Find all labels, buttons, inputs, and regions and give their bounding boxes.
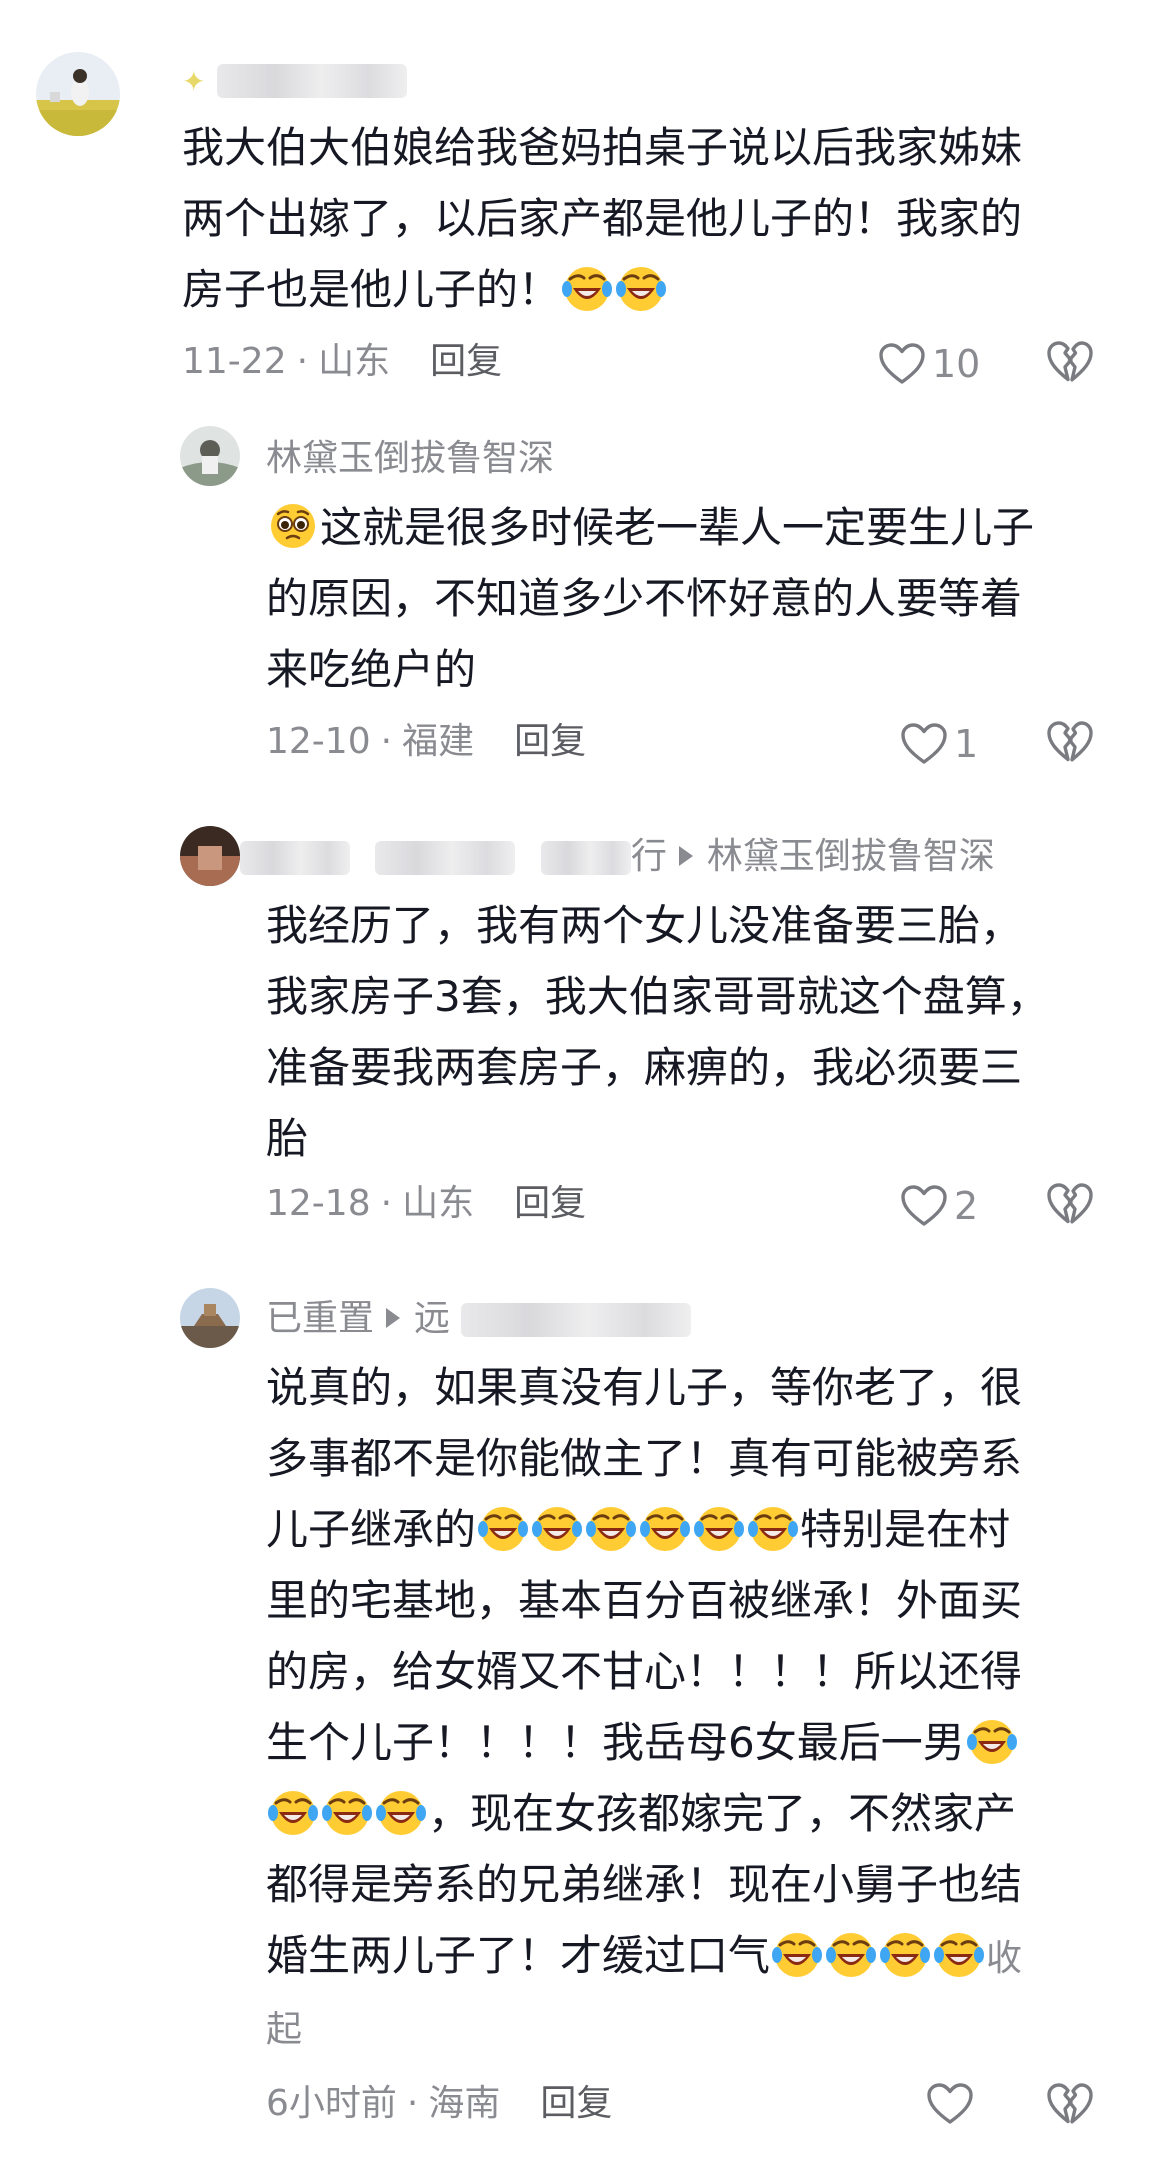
laughing-crying-emoji-icon [639, 1502, 691, 1554]
laughing-crying-emoji-icon [321, 1786, 373, 1838]
sparkle-icon: ✦ [182, 65, 206, 98]
laughing-crying-emoji-icon [477, 1502, 529, 1554]
laughing-crying-emoji-icon [693, 1502, 745, 1554]
laughing-crying-emoji-icon [585, 1502, 637, 1554]
laughing-crying-emoji-icon [531, 1502, 583, 1554]
dislike-button[interactable] [1046, 2082, 1094, 2126]
redacted-username [216, 64, 407, 98]
broken-heart-outline-icon [1046, 2082, 1094, 2126]
redacted-username [240, 841, 350, 875]
comment-meta: 6小时前 · 海南 回复 [266, 2083, 613, 2124]
reply-button[interactable]: 回复 [540, 2083, 612, 2124]
author-name[interactable]: 行林黛玉倒拔鲁智深 [240, 833, 995, 881]
laughing-crying-emoji-icon [825, 1928, 877, 1980]
redacted-username [375, 841, 516, 875]
heart-outline-icon [878, 342, 926, 386]
comment-text: 我经历了，我有两个女儿没准备要三胎， 我家房子3套，我大伯家哥哥就这个盘算， 准… [266, 901, 1049, 1163]
reply-to-name[interactable]: 远 [414, 1298, 450, 1339]
author-name[interactable]: 林黛玉倒拔鲁智深 [266, 435, 554, 483]
redacted-username [540, 841, 631, 875]
heart-outline-icon [926, 2082, 974, 2126]
comment-meta: 11-22 · 山东 回复 [182, 341, 503, 382]
reply-arrow-icon [386, 1308, 401, 1328]
comment-text: 说真的，如果真没有儿子，等你老了，很 多事都不是你能做主了！真有可能被旁系 儿子… [266, 1352, 1126, 2065]
heart-outline-icon [900, 722, 948, 766]
dislike-button[interactable] [1046, 1182, 1094, 1226]
laughing-crying-emoji-icon [267, 1786, 319, 1838]
laughing-crying-emoji-icon [561, 262, 613, 314]
dislike-button[interactable] [1046, 720, 1094, 764]
reply-to-name[interactable]: 林黛玉倒拔鲁智深 [707, 836, 995, 877]
broken-heart-outline-icon [1046, 340, 1094, 384]
reply-button[interactable]: 回复 [514, 721, 586, 762]
comment-meta: 12-10 · 福建 回复 [266, 721, 587, 762]
heart-outline-icon [900, 1184, 948, 1228]
laughing-crying-emoji-icon [933, 1928, 985, 1980]
author-name[interactable]: ✦ [182, 56, 407, 106]
avatar[interactable] [36, 52, 120, 136]
laughing-crying-emoji-icon [966, 1715, 1018, 1767]
dislike-button[interactable] [1046, 340, 1094, 384]
avatar[interactable] [180, 426, 240, 486]
laughing-crying-emoji-icon [615, 262, 667, 314]
like-button[interactable]: 1 [900, 720, 978, 768]
collapse-link[interactable]: 收 [986, 1938, 1022, 1979]
laughing-crying-emoji-icon [771, 1928, 823, 1980]
like-button[interactable] [926, 2082, 980, 2126]
reply-button[interactable]: 回复 [514, 1183, 586, 1224]
author-name[interactable]: 已重置远 [266, 1295, 692, 1343]
avatar[interactable] [180, 1288, 240, 1348]
comment-text: 我大伯大伯娘给我爸妈拍桌子说以后我家姊妹 两个出嫁了，以后家产都是他儿子的！我家… [182, 123, 1023, 314]
reply-button[interactable]: 回复 [430, 341, 502, 382]
like-button[interactable]: 2 [900, 1182, 978, 1230]
laughing-crying-emoji-icon [879, 1928, 931, 1980]
comment-meta: 12-18 · 山东 回复 [266, 1183, 587, 1224]
collapse-link[interactable]: 起 [266, 1994, 1126, 2065]
broken-heart-outline-icon [1046, 720, 1094, 764]
like-button[interactable]: 10 [878, 340, 980, 388]
comment-text: 这就是很多时候老一辈人一定要生儿子 的原因，不知道多少不怀好意的人要等着 来吃绝… [266, 492, 1106, 705]
avatar[interactable] [180, 826, 240, 886]
reply-arrow-icon [678, 846, 693, 866]
laughing-crying-emoji-icon [375, 1786, 427, 1838]
redacted-username [461, 1303, 692, 1337]
laughing-crying-emoji-icon [747, 1502, 799, 1554]
broken-heart-outline-icon [1046, 1182, 1094, 1226]
pleading-face-emoji-icon [267, 500, 319, 552]
